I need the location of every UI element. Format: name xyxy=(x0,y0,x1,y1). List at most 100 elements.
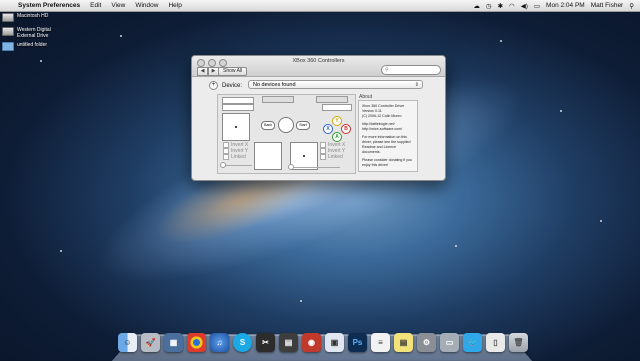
hard-drive-icon xyxy=(2,13,14,22)
add-icon[interactable]: + xyxy=(209,81,218,90)
a-button: A xyxy=(332,132,342,142)
system-preferences-icon[interactable]: ⚙ xyxy=(417,333,436,352)
clapboard-icon[interactable]: ▤ xyxy=(279,333,298,352)
device-select-value: No devices found xyxy=(253,82,296,88)
star xyxy=(500,40,502,42)
search-input[interactable]: ⚲ xyxy=(381,65,441,75)
preferences-window: XBox 360 Controllers ◀ ▶ Show All ⚲ + De… xyxy=(191,55,446,181)
star xyxy=(455,245,457,247)
twitter-icon[interactable]: 🐦 xyxy=(463,333,482,352)
left-bumper-bar xyxy=(222,104,254,111)
nav-buttons: ◀ ▶ xyxy=(197,67,219,76)
menu-clock[interactable]: Mon 2:04 PM xyxy=(546,2,585,9)
controller-panel: Back Start Y X B A Invert X Invert Y Lin… xyxy=(217,94,356,174)
menu-window[interactable]: Window xyxy=(135,2,158,9)
linked-label: Linked xyxy=(231,154,246,160)
cloud-status-icon[interactable]: ☁ xyxy=(473,2,480,10)
left-trigger-bar xyxy=(222,97,254,104)
back-button: Back xyxy=(261,121,275,130)
about-line: Xbox 360 Controller Driver xyxy=(362,104,405,108)
menu-help[interactable]: Help xyxy=(168,2,181,9)
dpad-area xyxy=(254,142,282,170)
x-button: X xyxy=(323,124,333,134)
menu-user[interactable]: Matt Fisher xyxy=(591,2,624,9)
linked-right[interactable]: Linked xyxy=(320,154,343,160)
guide-button xyxy=(278,117,294,133)
folder-icon xyxy=(2,42,14,51)
window-title: XBox 360 Controllers xyxy=(292,58,345,64)
time-machine-icon[interactable]: ◷ xyxy=(486,2,492,10)
textedit-icon[interactable]: ≡ xyxy=(371,333,390,352)
right-bumper-bar xyxy=(322,104,352,111)
search-icon: ⚲ xyxy=(385,67,389,73)
linked-label: Linked xyxy=(328,154,343,160)
right-deadzone-slider[interactable] xyxy=(290,167,340,168)
about-link[interactable]: http://mice-software.com/ xyxy=(362,127,402,131)
star xyxy=(300,300,302,302)
back-arrow-icon[interactable]: ◀ xyxy=(197,67,208,76)
right-stick xyxy=(290,142,318,170)
mission-control-icon[interactable]: ▦ xyxy=(164,333,183,352)
battery-icon[interactable]: ▭ xyxy=(534,2,540,10)
show-all-button[interactable]: Show All xyxy=(218,67,248,76)
star xyxy=(60,250,62,252)
linked-left[interactable]: Linked xyxy=(223,154,246,160)
bluetooth-icon[interactable]: ✱ xyxy=(498,2,503,10)
about-link[interactable]: http://tattiebogle.net/ xyxy=(362,122,395,126)
final-cut-pro-icon[interactable]: ✂ xyxy=(256,333,275,352)
menu-edit[interactable]: Edit xyxy=(90,2,101,9)
menu-bar: System Preferences Edit View Window Help… xyxy=(0,0,640,12)
desktop-icon-macintosh-hd[interactable]: Macintosh HD xyxy=(2,13,62,22)
desktop-icon-untitled-folder[interactable]: untitled folder xyxy=(2,42,62,51)
documents-stack-icon[interactable]: ▯ xyxy=(486,333,505,352)
checkbox[interactable] xyxy=(320,154,326,160)
about-line: For more information on this driver, ple… xyxy=(362,135,411,154)
star xyxy=(40,60,42,62)
trash-icon[interactable]: 🗑 xyxy=(509,333,528,352)
y-button: Y xyxy=(332,116,342,126)
external-drive-icon xyxy=(2,27,14,36)
device-row: + Device: xyxy=(209,81,242,90)
left-deadzone-slider[interactable] xyxy=(222,165,252,166)
skype-icon[interactable]: S xyxy=(233,333,252,352)
menu-extras: ☁ ◷ ✱ ◠ ◀) ▭ Mon 2:04 PM Matt Fisher ⚲ xyxy=(473,0,634,11)
star xyxy=(600,220,602,222)
star xyxy=(120,35,122,37)
menu-view[interactable]: View xyxy=(111,2,125,9)
about-line: Version 0.11 xyxy=(362,109,382,113)
spotlight-icon[interactable]: ⚲ xyxy=(629,2,634,10)
about-line: (C) 2006-12 Colin Munro xyxy=(362,114,402,118)
photoshop-icon[interactable]: Ps xyxy=(348,333,367,352)
desktop-icon-label: Macintosh HD xyxy=(17,13,49,19)
preview-icon[interactable]: ▣ xyxy=(325,333,344,352)
screen-capture-icon[interactable]: ▭ xyxy=(440,333,459,352)
b-button: B xyxy=(341,124,351,134)
desktop-icon-external-drive[interactable]: Western Digital External Drive xyxy=(2,27,62,39)
launchpad-icon[interactable]: 🚀 xyxy=(141,333,160,352)
window-titlebar[interactable]: XBox 360 Controllers ◀ ▶ Show All ⚲ xyxy=(192,56,445,77)
left-trigger-meter xyxy=(262,96,294,103)
right-stick-dot xyxy=(303,155,305,157)
about-line: Please consider donating if you enjoy th… xyxy=(362,158,412,167)
chrome-icon[interactable] xyxy=(187,333,206,352)
star xyxy=(560,110,562,112)
photo-booth-icon[interactable]: ◉ xyxy=(302,333,321,352)
finder-icon[interactable]: ☺ xyxy=(118,333,137,352)
start-button: Start xyxy=(296,121,310,130)
wifi-icon[interactable]: ◠ xyxy=(509,2,515,10)
desktop-icon-label: untitled folder xyxy=(17,42,48,48)
device-label: Device: xyxy=(222,82,243,89)
chevron-updown-icon: ⇕ xyxy=(414,82,419,88)
left-stick xyxy=(222,113,250,141)
menu-app-name[interactable]: System Preferences xyxy=(18,2,80,9)
slider-knob[interactable] xyxy=(288,164,294,170)
slider-knob[interactable] xyxy=(220,162,226,168)
about-box: Xbox 360 Controller Driver Version 0.11 … xyxy=(358,100,418,172)
checkbox[interactable] xyxy=(223,154,229,160)
itunes-icon[interactable]: ♫ xyxy=(210,333,229,352)
right-trigger-meter xyxy=(316,96,348,103)
stickies-icon[interactable]: ▤ xyxy=(394,333,413,352)
volume-icon[interactable]: ◀) xyxy=(521,2,528,10)
desktop-icon-label: Western Digital External Drive xyxy=(17,27,51,39)
device-select[interactable]: No devices found ⇕ xyxy=(248,80,423,89)
